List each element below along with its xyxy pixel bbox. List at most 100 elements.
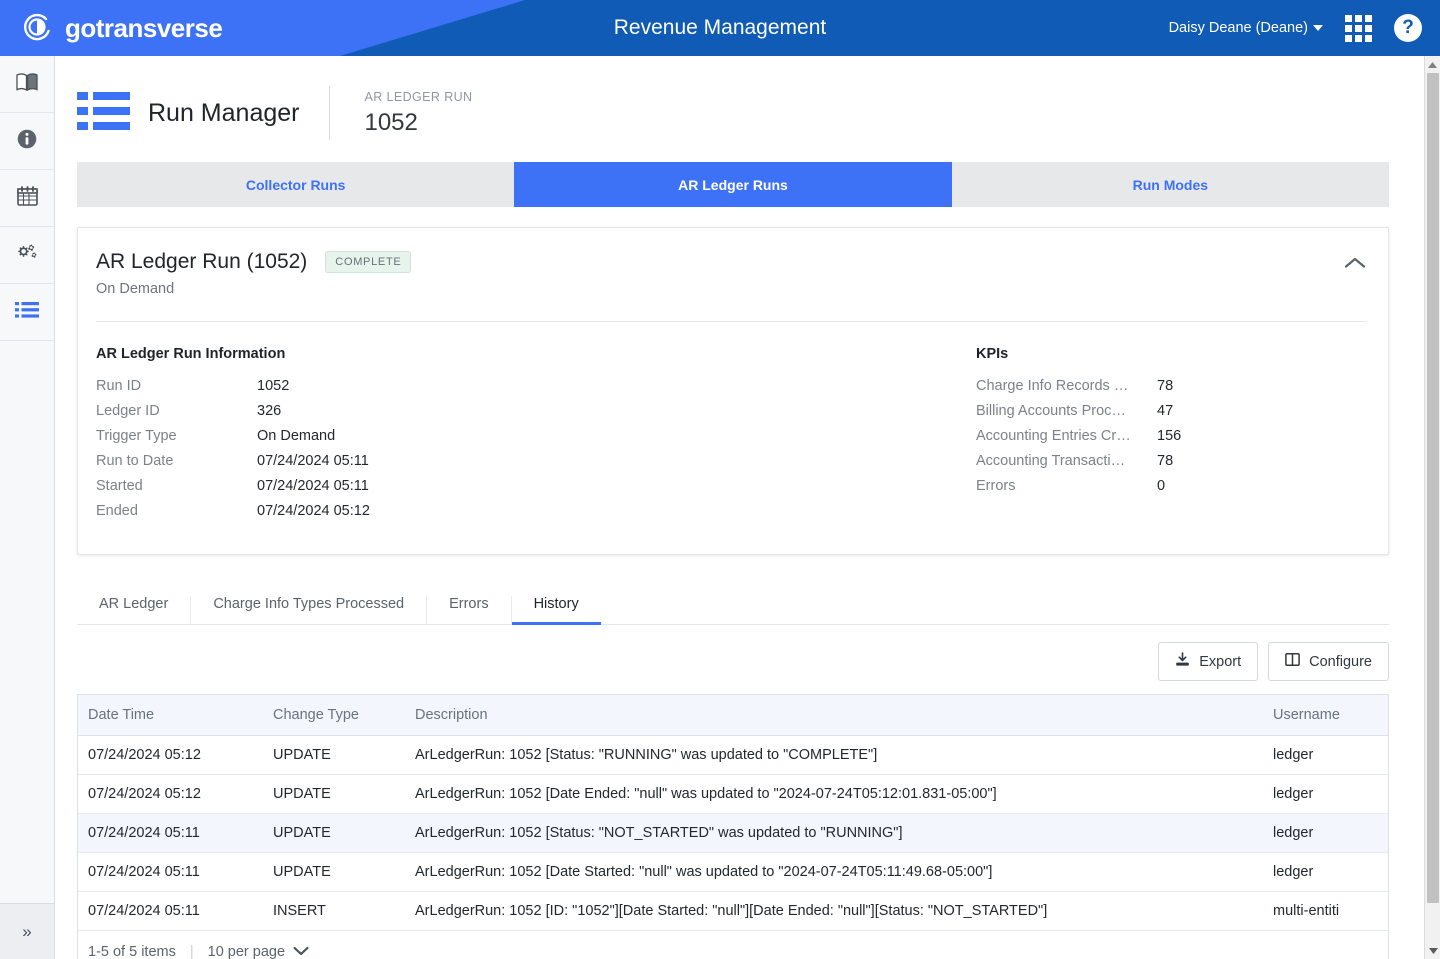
table-row[interactable]: 07/24/2024 05:11 UPDATE ArLedgerRun: 105… bbox=[78, 852, 1388, 892]
kpi-row: Errors 0 bbox=[976, 478, 1366, 494]
brand-logo[interactable]: gotransverse bbox=[20, 0, 223, 56]
info-row: Started 07/24/2024 05:11 bbox=[96, 478, 976, 494]
cell-description: ArLedgerRun: 1052 [Status: "RUNNING" was… bbox=[405, 735, 1263, 775]
info-value: 326 bbox=[257, 403, 282, 419]
card-title: AR Ledger Run (1052) bbox=[96, 250, 308, 273]
kpi-label: Charge Info Records … bbox=[976, 378, 1129, 394]
cell-date-time: 07/24/2024 05:12 bbox=[78, 735, 263, 775]
tab-collector-runs[interactable]: Collector Runs bbox=[77, 162, 514, 207]
kpi-value: 78 bbox=[1157, 453, 1174, 469]
info-value: 07/24/2024 05:11 bbox=[257, 478, 369, 494]
sidebar-item-info[interactable] bbox=[0, 113, 54, 170]
user-menu[interactable]: Daisy Deane (Deane) bbox=[1169, 20, 1323, 36]
kpi-value: 0 bbox=[1157, 478, 1166, 494]
card-divider bbox=[96, 321, 1366, 322]
tab-run-modes[interactable]: Run Modes bbox=[952, 162, 1389, 207]
table-row[interactable]: 07/24/2024 05:12 UPDATE ArLedgerRun: 105… bbox=[78, 735, 1388, 775]
tab-history[interactable]: History bbox=[511, 596, 601, 625]
sidebar-item-book[interactable] bbox=[0, 56, 54, 113]
kpi-label: Billing Accounts Proc… bbox=[976, 403, 1126, 419]
chevron-down-icon bbox=[1313, 25, 1323, 31]
cell-change-type: INSERT bbox=[263, 891, 405, 931]
table-pager: 1-5 of 5 items | 10 per page bbox=[78, 931, 1388, 959]
download-icon bbox=[1175, 652, 1190, 671]
sidebar-item-settings[interactable] bbox=[0, 227, 54, 284]
scroll-up-arrow-icon[interactable] bbox=[1425, 56, 1440, 73]
cell-username: multi-entiti bbox=[1263, 891, 1388, 931]
run-information-section: AR Ledger Run Information Run ID 1052 Led… bbox=[96, 346, 976, 528]
card-subtitle: On Demand bbox=[96, 281, 175, 297]
cell-change-type: UPDATE bbox=[263, 852, 405, 892]
context-value: 1052 bbox=[364, 108, 418, 136]
column-header-change-type[interactable]: Change Type bbox=[263, 695, 405, 736]
column-header-date-time[interactable]: Date Time bbox=[78, 695, 263, 736]
column-header-username[interactable]: Username bbox=[1263, 695, 1388, 736]
column-header-description[interactable]: Description bbox=[405, 695, 1263, 736]
cell-date-time: 07/24/2024 05:11 bbox=[78, 813, 263, 853]
export-label: Export bbox=[1199, 653, 1242, 670]
tab-ar-ledger[interactable]: AR Ledger bbox=[77, 596, 192, 624]
cell-description: ArLedgerRun: 1052 [Date Started: "null" … bbox=[405, 852, 1263, 892]
help-circle-icon[interactable]: ? bbox=[1394, 14, 1422, 42]
info-label: Ledger ID bbox=[96, 403, 160, 419]
tab-errors[interactable]: Errors bbox=[427, 596, 512, 624]
scrollbar-thumb[interactable] bbox=[1427, 73, 1439, 903]
cell-description: ArLedgerRun: 1052 [Status: "NOT_STARTED"… bbox=[405, 813, 1263, 853]
card-body: AR Ledger Run Information Run ID 1052 Led… bbox=[96, 346, 1366, 528]
info-value: 07/24/2024 05:11 bbox=[257, 453, 369, 469]
left-nav-rail: » bbox=[0, 56, 55, 959]
gotransverse-circle-logo bbox=[20, 11, 54, 45]
pager-divider: | bbox=[189, 944, 194, 959]
configure-button[interactable]: Configure bbox=[1268, 642, 1389, 681]
kpi-label: Accounting Transacti… bbox=[976, 453, 1126, 469]
configure-label: Configure bbox=[1309, 653, 1372, 670]
vertical-scrollbar[interactable] bbox=[1424, 56, 1440, 959]
tab-ar-ledger-runs[interactable]: AR Ledger Runs bbox=[514, 162, 952, 207]
info-icon bbox=[16, 128, 38, 155]
page-context: AR LEDGER RUN 1052 bbox=[364, 90, 472, 137]
cell-change-type: UPDATE bbox=[263, 774, 405, 814]
page-title: Run Manager bbox=[148, 98, 300, 127]
info-row: Ledger ID 326 bbox=[96, 403, 976, 419]
header-divider bbox=[329, 86, 331, 140]
table-actions: Export Configure bbox=[77, 642, 1389, 681]
sidebar-item-calendar[interactable] bbox=[0, 170, 54, 227]
tab-charge-info-types-processed[interactable]: Charge Info Types Processed bbox=[191, 596, 428, 624]
table-row[interactable]: 07/24/2024 05:11 INSERT ArLedgerRun: 105… bbox=[78, 891, 1388, 931]
brand-name: gotransverse bbox=[65, 12, 223, 43]
history-table: Date Time Change Type Description Userna… bbox=[77, 694, 1389, 959]
table-row[interactable]: 07/24/2024 05:12 UPDATE ArLedgerRun: 105… bbox=[78, 774, 1388, 814]
cell-date-time: 07/24/2024 05:12 bbox=[78, 774, 263, 814]
columns-icon bbox=[1285, 652, 1300, 671]
grid-apps-icon[interactable] bbox=[1345, 14, 1372, 42]
cell-date-time: 07/24/2024 05:11 bbox=[78, 891, 263, 931]
cell-description: ArLedgerRun: 1052 [Date Ended: "null" wa… bbox=[405, 774, 1263, 814]
cell-username: ledger bbox=[1263, 735, 1388, 775]
sidebar-item-run-manager[interactable] bbox=[0, 284, 54, 341]
chevron-up-icon[interactable] bbox=[1344, 256, 1366, 275]
card-header: AR Ledger Run (1052) COMPLETE bbox=[96, 250, 1366, 274]
info-label: Run to Date bbox=[96, 453, 174, 469]
kpi-value: 78 bbox=[1157, 378, 1174, 394]
pager-count: 1-5 of 5 items bbox=[88, 944, 176, 959]
export-button[interactable]: Export bbox=[1158, 642, 1259, 681]
per-page-selector[interactable]: 10 per page bbox=[208, 944, 309, 959]
table-row[interactable]: 07/24/2024 05:11 UPDATE ArLedgerRun: 105… bbox=[78, 813, 1388, 853]
info-row: Run ID 1052 bbox=[96, 378, 976, 394]
context-label: AR LEDGER RUN bbox=[364, 89, 473, 104]
kpis-title: KPIs bbox=[976, 346, 1009, 362]
scroll-down-arrow-icon[interactable] bbox=[1425, 942, 1440, 959]
info-row: Run to Date 07/24/2024 05:11 bbox=[96, 453, 976, 469]
cell-username: ledger bbox=[1263, 774, 1388, 814]
run-manager-list-icon bbox=[77, 91, 130, 135]
chevron-down-icon bbox=[293, 944, 309, 959]
expand-sidebar-button[interactable]: » bbox=[0, 903, 54, 959]
info-label: Run ID bbox=[96, 378, 142, 394]
info-value: 1052 bbox=[257, 378, 290, 394]
main-content: Run Manager AR LEDGER RUN 1052 Collector… bbox=[55, 56, 1424, 959]
cell-username: ledger bbox=[1263, 852, 1388, 892]
gears-icon bbox=[15, 242, 39, 269]
per-page-label: 10 per page bbox=[207, 944, 286, 959]
info-label: Trigger Type bbox=[96, 428, 177, 444]
kpi-row: Accounting Transacti… 78 bbox=[976, 453, 1366, 469]
